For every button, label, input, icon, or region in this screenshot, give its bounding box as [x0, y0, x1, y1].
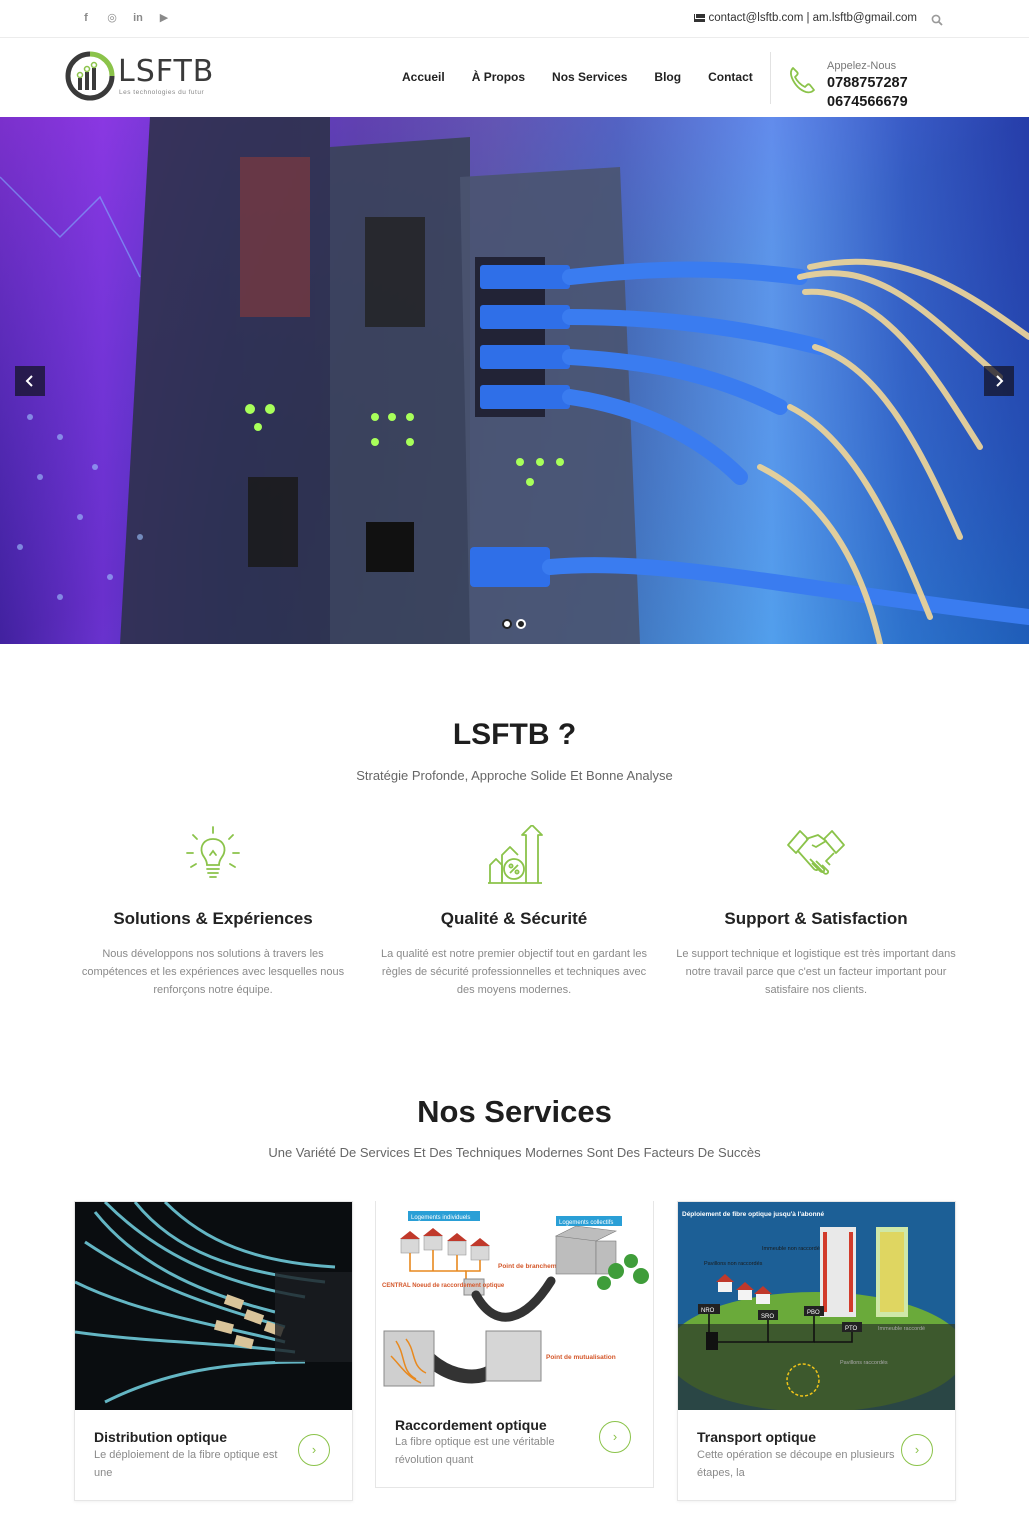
- main-header: LSFTB Les technologies du futur Accueil …: [0, 38, 1029, 117]
- about-subtitle: Stratégie Profonde, Approche Solide Et B…: [356, 768, 673, 783]
- feature-text: La qualité est notre premier objectif to…: [381, 948, 647, 996]
- slider-dot[interactable]: [516, 619, 526, 629]
- diagram-label: CENTRAL Noeud de raccordement optique: [382, 1283, 505, 1289]
- facebook-icon[interactable]: f: [80, 11, 92, 25]
- service-image-diagram: Logements individuels Logements collecti…: [376, 1201, 653, 1397]
- slider-dot[interactable]: [502, 619, 512, 629]
- service-card-title[interactable]: Transport optique: [697, 1429, 816, 1445]
- about-title: LSFTB ?: [452, 718, 577, 751]
- card-arrow-button[interactable]: ›: [298, 1434, 330, 1466]
- envelope-icon: [693, 14, 705, 22]
- call-label: Appelez-Nous: [827, 60, 897, 72]
- feature-text: Le support technique et logistique est t…: [676, 948, 956, 996]
- contact-emails[interactable]: contact@lsftb.com | am.lsftb@gmail.com: [709, 12, 917, 24]
- diagram-label: Immeuble raccordé: [878, 1326, 925, 1332]
- youtube-icon[interactable]: ▶: [158, 11, 170, 25]
- social-links: f ◎ in ▶: [80, 11, 170, 25]
- logo-mark-icon: [65, 51, 115, 101]
- hero-slider: [0, 117, 1029, 644]
- diagram-label: Point de mutualisation: [546, 1354, 616, 1361]
- phone-number-2[interactable]: 0674566679: [827, 94, 908, 110]
- diagram-label: Immeuble non raccordé: [762, 1246, 820, 1252]
- feature-title: Qualité & Sécurité: [440, 909, 588, 928]
- nav-blog[interactable]: Blog: [654, 70, 681, 84]
- growth-chart-icon: [488, 825, 543, 884]
- nav-nos-services[interactable]: Nos Services: [552, 70, 627, 84]
- slider-dots: [502, 619, 526, 629]
- phone-number-1[interactable]: 0788757287: [827, 75, 908, 91]
- service-card-transport[interactable]: Déploiement de fibre optique jusqu'à l'a…: [677, 1201, 956, 1501]
- card-arrow-button[interactable]: ›: [599, 1421, 631, 1453]
- diagram-label: Pavillons non raccordés: [704, 1261, 763, 1267]
- site-logo[interactable]: LSFTB Les technologies du futur: [62, 48, 222, 104]
- slider-prev-button[interactable]: [15, 366, 45, 396]
- diagram-label: SRO: [761, 1314, 774, 1320]
- nav-contact[interactable]: Contact: [708, 70, 753, 84]
- service-card-text: Cette opération se découpe en plusieurs …: [697, 1449, 895, 1479]
- hero-network-image: [0, 117, 1029, 644]
- services-title: Nos Services: [417, 1094, 612, 1129]
- service-card-distribution[interactable]: Distribution optique Le déploiement de l…: [74, 1201, 353, 1501]
- feature-text: Nous développons nos solutions à travers…: [81, 948, 345, 996]
- service-image-fiber: [75, 1202, 352, 1410]
- diagram-label: Déploiement de fibre optique jusqu'à l'a…: [682, 1211, 825, 1218]
- top-bar: f ◎ in ▶ contact@lsftb.com | am.lsftb@gm…: [0, 0, 1029, 38]
- service-card-text: La fibre optique est une véritable révol…: [395, 1436, 555, 1466]
- lightbulb-icon: [186, 826, 240, 878]
- service-card-title[interactable]: Raccordement optique: [395, 1417, 547, 1433]
- card-arrow-button[interactable]: ›: [901, 1434, 933, 1466]
- search-icon[interactable]: [931, 14, 943, 26]
- diagram-label: PTO: [845, 1326, 858, 1332]
- feature-title: Solutions & Expériences: [113, 909, 313, 928]
- diagram-label: NRO: [701, 1308, 715, 1314]
- nav-a-propos[interactable]: À Propos: [472, 70, 525, 84]
- handshake-icon: [787, 830, 845, 875]
- instagram-icon[interactable]: ◎: [106, 11, 118, 25]
- chevron-right-icon: [996, 375, 1004, 387]
- diagram-label: Logements collectifs: [559, 1220, 613, 1226]
- services-subtitle: Une Variété De Services Et Des Technique…: [268, 1145, 761, 1160]
- logo-text: LSFTB: [118, 54, 215, 89]
- nav-accueil[interactable]: Accueil: [402, 70, 445, 84]
- service-card-text: Le déploiement de la fibre optique est u…: [94, 1449, 278, 1479]
- service-image-ftth: Déploiement de fibre optique jusqu'à l'a…: [678, 1202, 955, 1410]
- service-card-title[interactable]: Distribution optique: [94, 1429, 227, 1445]
- phone-icon: [790, 67, 815, 94]
- service-card-raccordement[interactable]: Logements individuels Logements collecti…: [375, 1201, 654, 1488]
- feature-title: Support & Satisfaction: [724, 909, 908, 928]
- logo-tagline: Les technologies du futur: [119, 89, 205, 96]
- main-nav: Accueil À Propos Nos Services Blog Conta…: [402, 70, 780, 84]
- chevron-left-icon: [25, 375, 33, 387]
- diagram-label: Logements individuels: [411, 1215, 470, 1221]
- diagram-label: PBO: [807, 1310, 820, 1316]
- linkedin-icon[interactable]: in: [132, 11, 144, 25]
- slider-next-button[interactable]: [984, 366, 1014, 396]
- diagram-label: Pavillons raccordés: [840, 1360, 888, 1366]
- header-divider: [770, 52, 771, 104]
- top-contact: contact@lsftb.com | am.lsftb@gmail.com: [693, 12, 917, 24]
